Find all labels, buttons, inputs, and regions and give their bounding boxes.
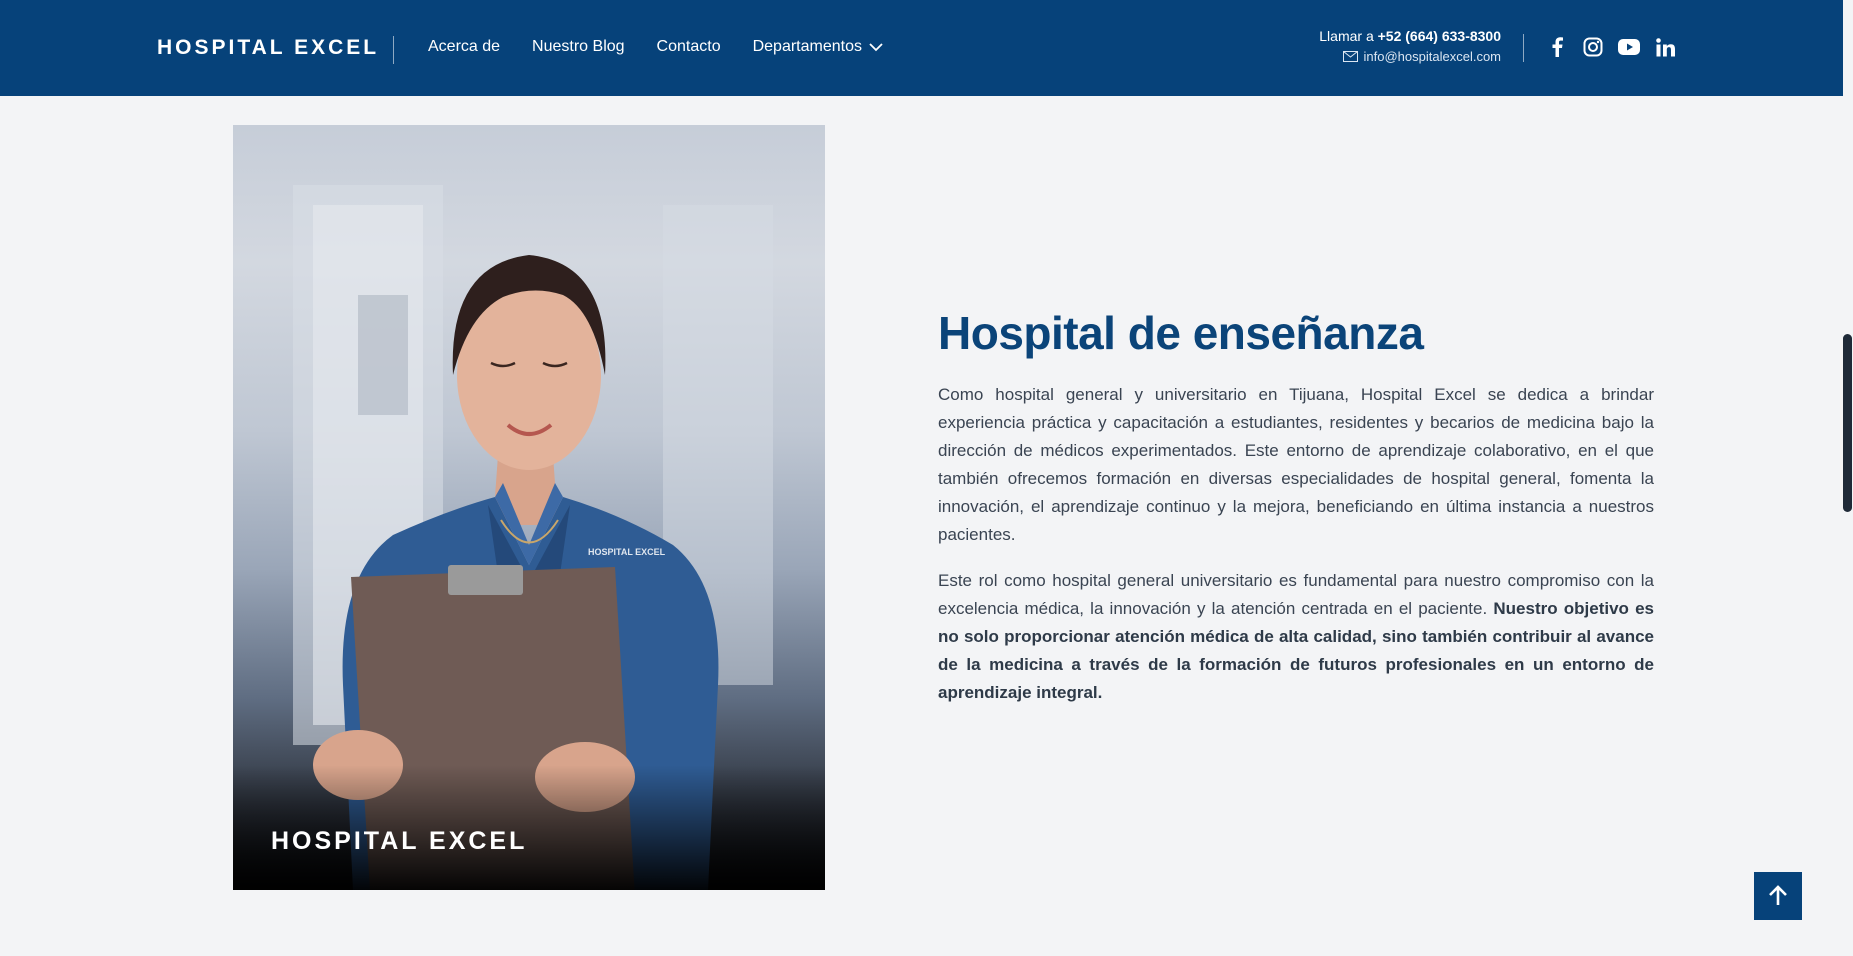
mail-icon [1342,51,1358,62]
scroll-to-top-button[interactable] [1754,872,1802,920]
nav-link-departamentos-label: Departamentos [752,38,862,55]
facebook-icon[interactable] [1546,34,1568,60]
chevron-down-icon [869,43,883,52]
paragraph-intro: Como hospital general y universitario en… [938,385,1654,544]
photo-caption: HOSPITAL EXCEL [271,827,528,855]
nav-link-blog[interactable]: Nuestro Blog [532,38,625,56]
social-links [1546,34,1676,60]
nav-link-contacto[interactable]: Contacto [657,38,721,56]
shirt-logo-text: HOSPITAL EXCEL [588,547,666,557]
youtube-icon[interactable] [1618,34,1640,60]
instagram-icon[interactable] [1582,34,1604,60]
brand-logo[interactable]: HOSPITAL EXCEL [157,36,379,60]
teaching-hospital-section: Hospital de enseñanza Como hospital gene… [938,303,1654,707]
phone-number: +52 (664) 633-8300 [1377,28,1501,44]
nav-divider [393,36,394,64]
doctor-illustration: HOSPITAL EXCEL [233,185,825,890]
scrollbar-thumb[interactable] [1843,334,1852,512]
site-header: HOSPITAL EXCEL Acerca de Nuestro Blog Co… [0,0,1843,96]
paragraph-commitment: Este rol como hospital general universit… [938,567,1654,707]
call-line[interactable]: Llamar a +52 (664) 633-8300 [1319,28,1501,44]
nav-link-acerca-de[interactable]: Acerca de [428,38,500,56]
email-address: info@hospitalexcel.com [1363,49,1501,64]
contact-info: Llamar a +52 (664) 633-8300 info@hospita… [1319,28,1501,64]
call-prefix: Llamar a [1319,28,1374,44]
page-scrollbar[interactable] [1843,0,1853,956]
hero-photo: HOSPITAL EXCEL HOSPITAL EXCEL [233,125,825,890]
nav-link-departamentos[interactable]: Departamentos [753,38,884,56]
arrow-up-icon [1769,885,1787,905]
email-line[interactable]: info@hospitalexcel.com [1319,49,1501,64]
main-nav: Acerca de Nuestro Blog Contacto Departam… [428,38,884,56]
contact-divider [1523,34,1524,62]
section-title: Hospital de enseñanza [938,307,1424,359]
linkedin-icon[interactable] [1654,34,1676,60]
